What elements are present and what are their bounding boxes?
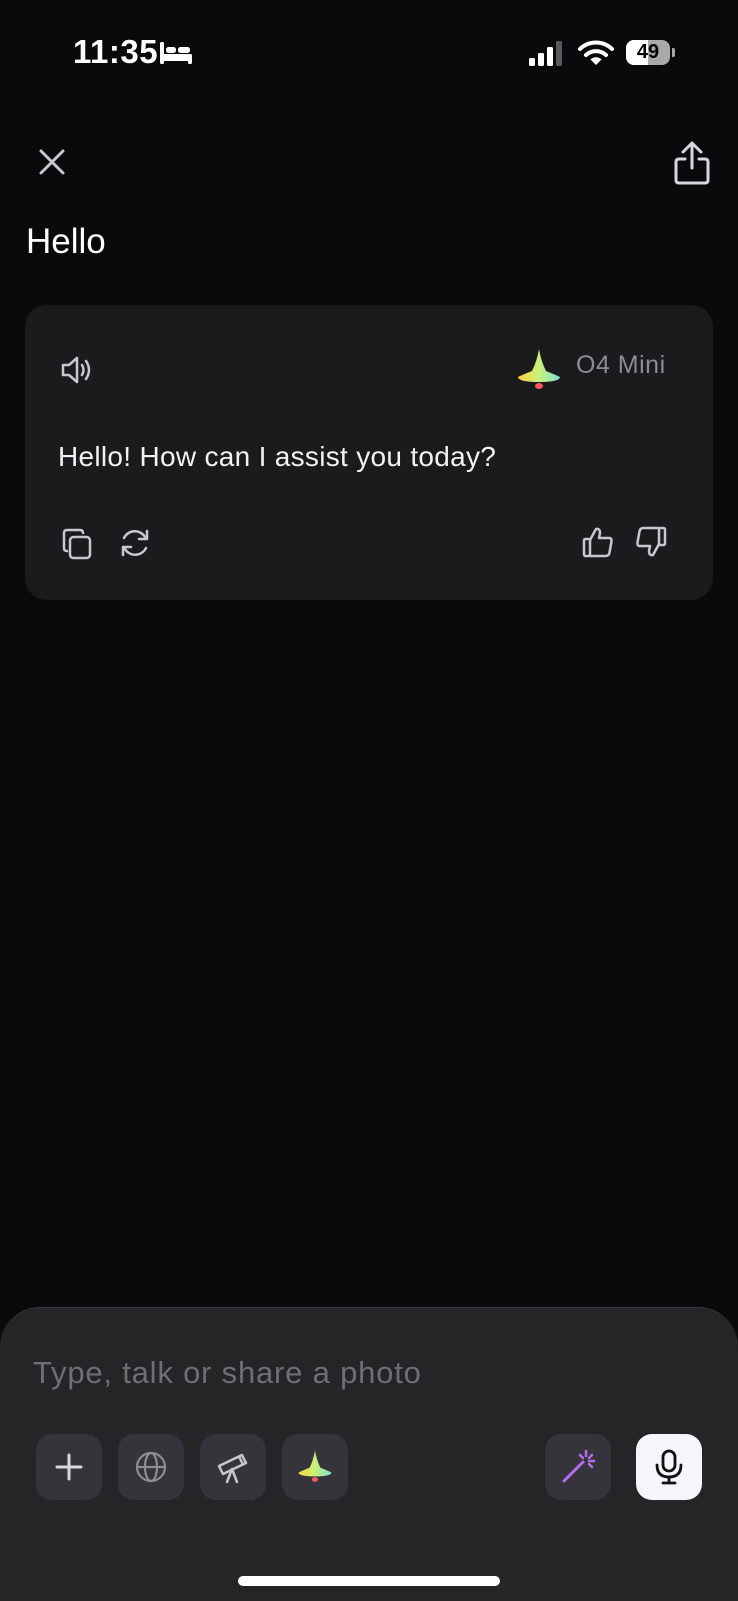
close-icon <box>39 149 65 175</box>
regenerate-icon <box>121 529 149 557</box>
add-attachment-button[interactable] <box>36 1434 102 1500</box>
model-name: O4 Mini <box>576 351 666 379</box>
voice-input-button[interactable] <box>636 1434 702 1500</box>
message-input[interactable] <box>33 1348 693 1398</box>
assistant-message-text: Hello! How can I assist you today? <box>58 441 497 472</box>
thumbs-down-icon <box>636 526 667 557</box>
deep-research-button[interactable] <box>200 1434 266 1500</box>
share-button[interactable] <box>672 140 712 186</box>
thumbs-down-button[interactable] <box>634 525 668 559</box>
model-logo-icon <box>298 1450 332 1482</box>
composer-panel <box>0 1307 738 1601</box>
close-button[interactable] <box>34 144 70 180</box>
globe-icon <box>135 1451 167 1483</box>
battery-tip <box>672 48 675 57</box>
magic-prompt-button[interactable] <box>545 1434 611 1500</box>
microphone-icon <box>655 1449 683 1485</box>
battery-level: 49 <box>636 41 660 63</box>
bed-icon <box>160 42 192 64</box>
web-search-button[interactable] <box>118 1434 184 1500</box>
telescope-icon <box>217 1453 248 1484</box>
wifi-icon <box>578 40 614 65</box>
assistant-message-card: O4 Mini Hello! How can I assist you toda… <box>25 305 713 600</box>
model-selector-button[interactable] <box>282 1434 348 1500</box>
cellular-signal-icon <box>529 41 562 66</box>
home-indicator <box>238 1576 500 1586</box>
thumbs-up-icon <box>582 527 613 558</box>
battery-icon: 49 <box>626 40 675 66</box>
page-title: Hello <box>26 222 106 261</box>
plus-icon <box>55 1453 83 1481</box>
regenerate-button[interactable] <box>118 526 152 560</box>
thumbs-up-button[interactable] <box>581 525 615 559</box>
model-logo-icon <box>518 349 560 389</box>
copy-button[interactable] <box>61 527 93 561</box>
speaker-icon <box>61 356 91 384</box>
share-icon <box>674 141 710 185</box>
read-aloud-button[interactable] <box>59 353 95 387</box>
status-time: 11:35 <box>73 33 159 70</box>
copy-icon <box>62 528 92 560</box>
magic-wand-icon <box>562 1449 596 1483</box>
